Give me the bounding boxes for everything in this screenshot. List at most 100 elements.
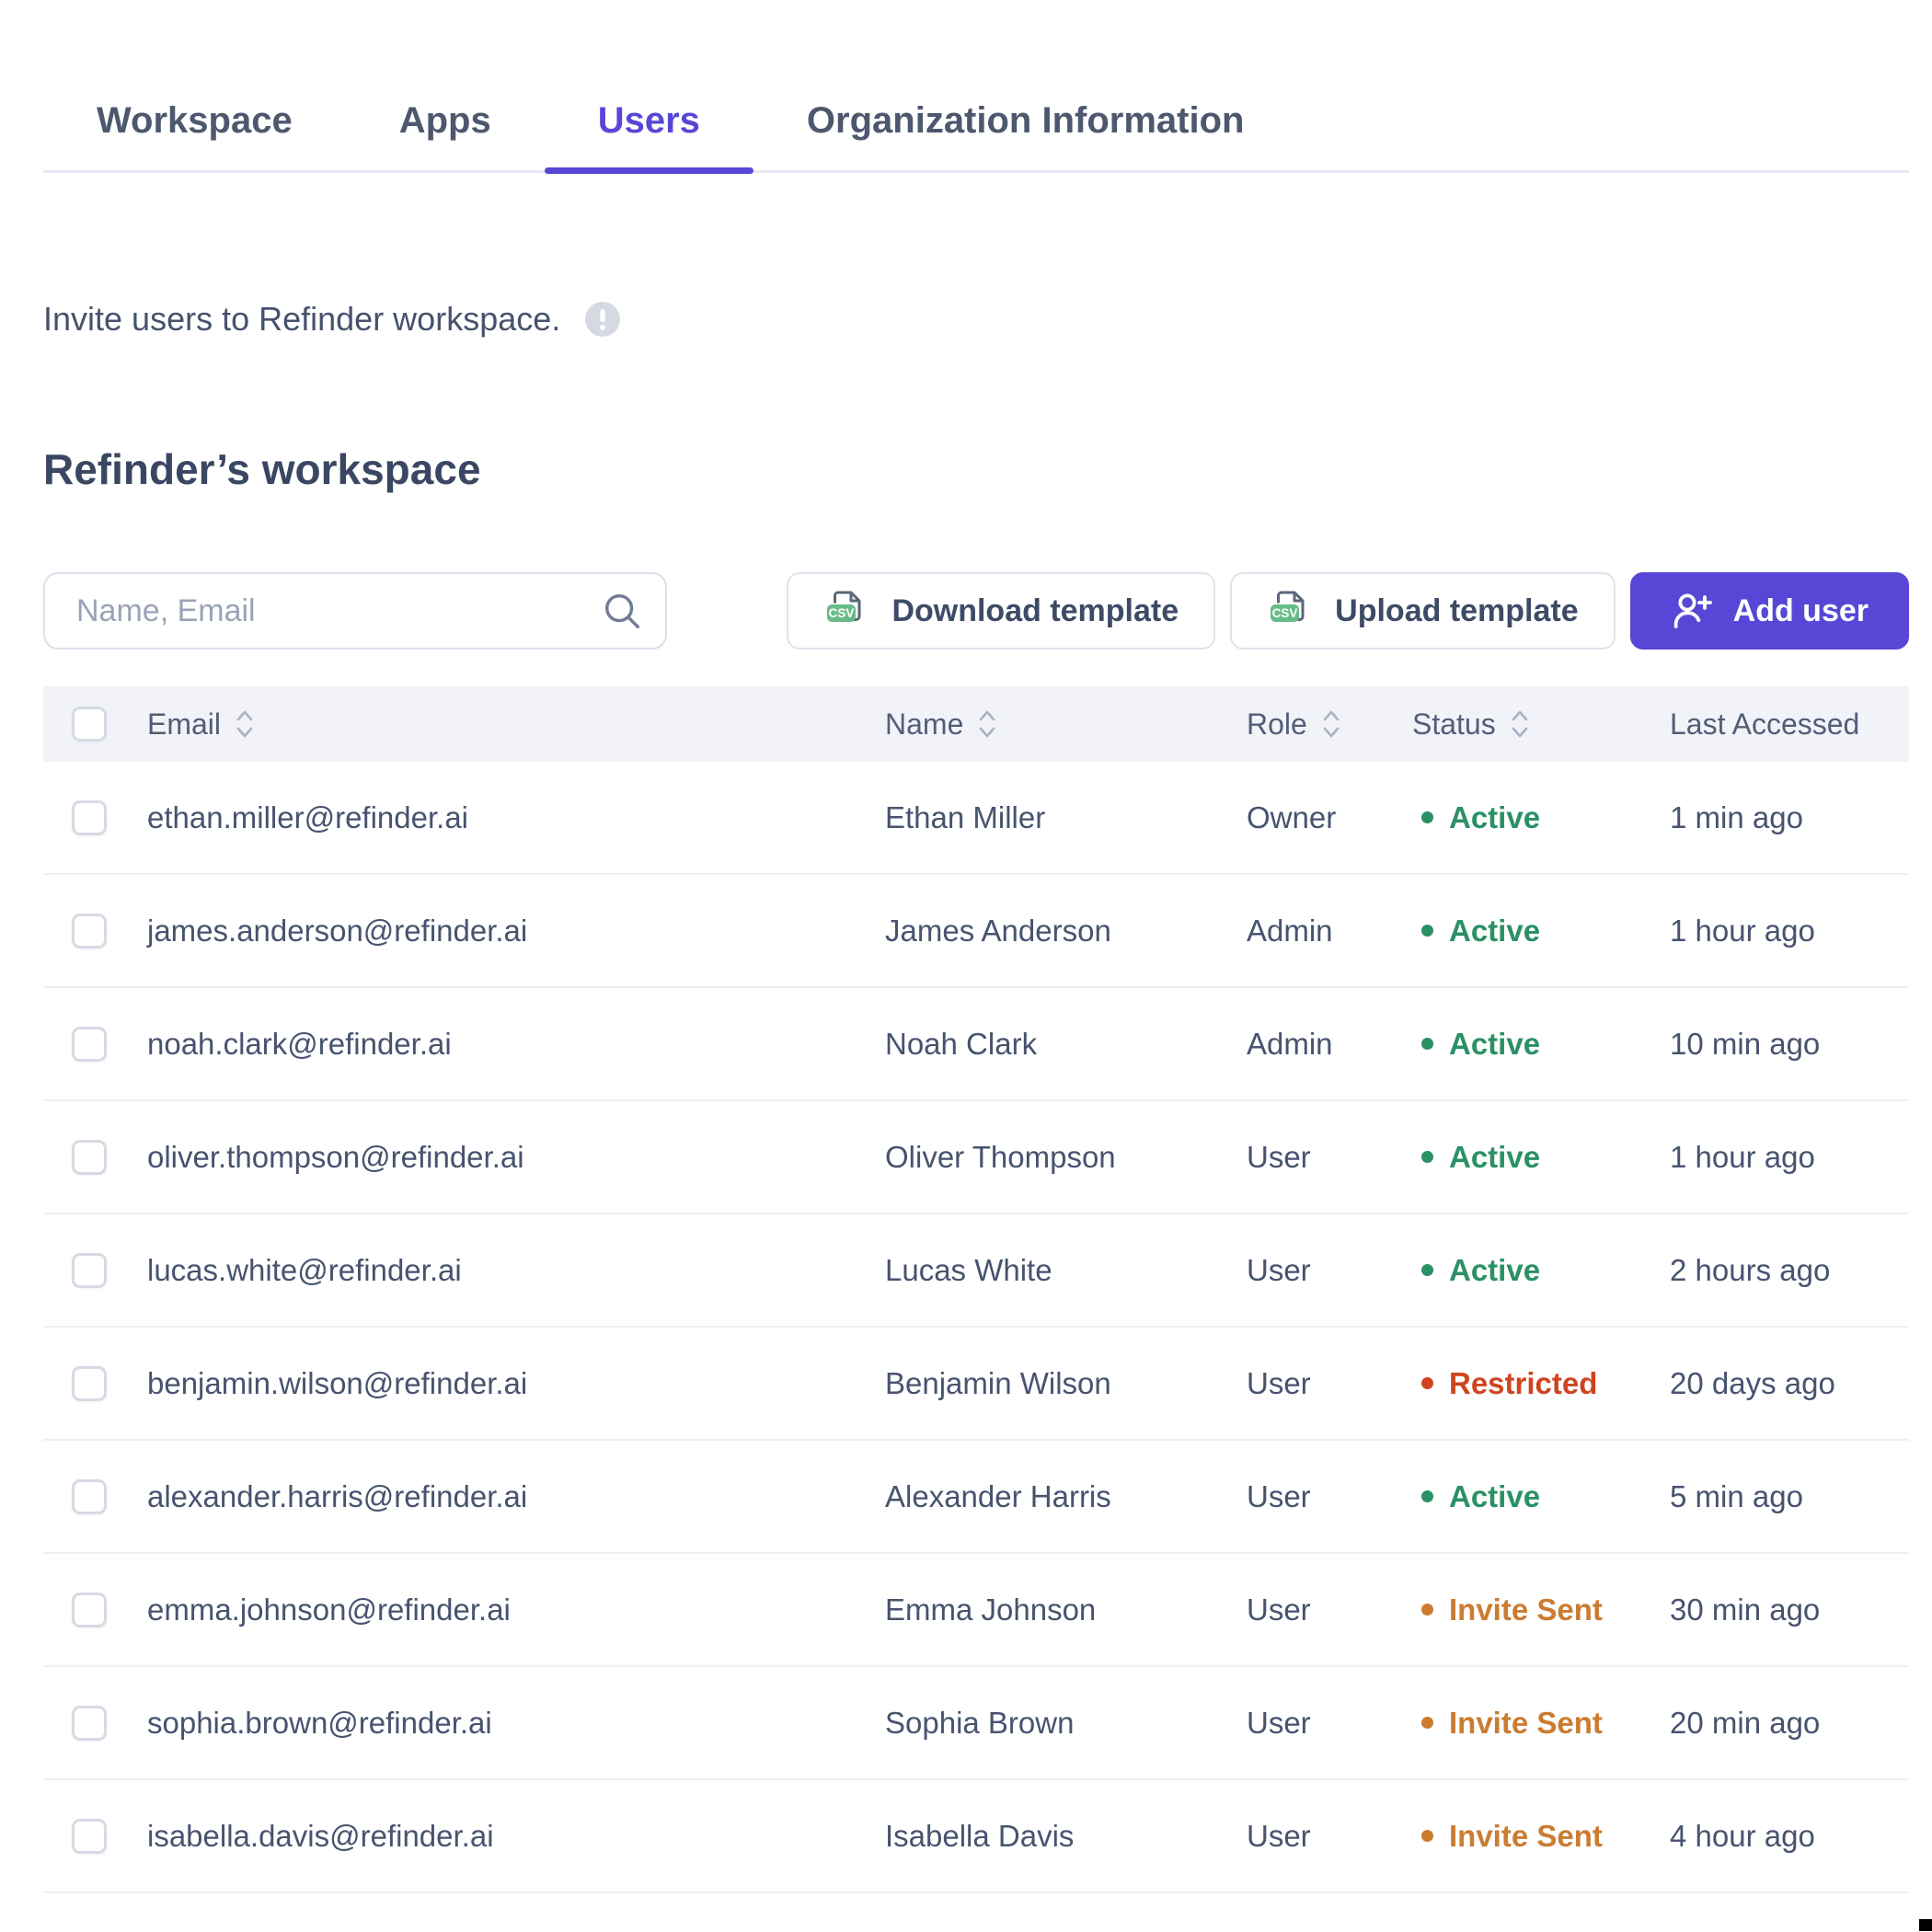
status-cell: Active	[1412, 1479, 1670, 1514]
upload-template-label: Upload template	[1335, 592, 1579, 628]
email-text: isabella.davis@refinder.ai	[147, 1818, 494, 1853]
sort-icon	[1512, 710, 1528, 738]
row-checkbox-cell	[43, 913, 147, 949]
status-dot-icon	[1421, 1490, 1433, 1502]
status-cell: Active	[1412, 914, 1670, 949]
column-header-name[interactable]: Name	[885, 707, 1247, 742]
last-accessed-text: 20 days ago	[1670, 1365, 1835, 1400]
role-cell: User	[1247, 1819, 1412, 1854]
row-checkbox[interactable]	[72, 1705, 107, 1741]
status-cell: Active	[1412, 1027, 1670, 1062]
table-row: emma.johnson@refinder.ai Emma Johnson Us…	[43, 1554, 1909, 1667]
search-box	[43, 572, 667, 650]
row-checkbox[interactable]	[72, 1139, 107, 1175]
svg-text:CSV: CSV	[829, 606, 855, 620]
row-checkbox[interactable]	[72, 1818, 107, 1854]
status-dot-icon	[1421, 1377, 1433, 1389]
row-checkbox[interactable]	[72, 1026, 107, 1062]
last-accessed-cell: 1 hour ago	[1670, 914, 1909, 949]
last-accessed-cell: 10 min ago	[1670, 1027, 1909, 1062]
sort-icon	[236, 710, 253, 738]
status-label: Active	[1449, 1252, 1541, 1287]
tab-label: Workspace	[97, 100, 293, 141]
last-accessed-cell: 2 hours ago	[1670, 1253, 1909, 1288]
email-cell: sophia.brown@refinder.ai	[147, 1706, 885, 1741]
status-label: Restricted	[1449, 1365, 1598, 1400]
last-accessed-text: 1 hour ago	[1670, 913, 1815, 948]
status-dot-icon	[1421, 925, 1433, 937]
row-checkbox[interactable]	[72, 1592, 107, 1627]
column-header-role[interactable]: Role	[1247, 707, 1412, 742]
name-cell: James Anderson	[885, 914, 1247, 949]
row-checkbox-cell	[43, 1705, 147, 1741]
email-text: ethan.miller@refinder.ai	[147, 799, 468, 834]
tab-organization-information[interactable]: Organization Information	[753, 100, 1298, 170]
email-text: emma.johnson@refinder.ai	[147, 1592, 511, 1627]
search-input[interactable]	[43, 572, 667, 650]
last-accessed-cell: 1 min ago	[1670, 800, 1909, 835]
email-cell: emma.johnson@refinder.ai	[147, 1593, 885, 1627]
column-header-status[interactable]: Status	[1412, 707, 1670, 742]
last-accessed-text: 10 min ago	[1670, 1026, 1821, 1061]
info-circle-icon[interactable]	[584, 301, 621, 338]
upload-template-button[interactable]: CSV Upload template	[1230, 572, 1616, 650]
status-cell: Active	[1412, 1140, 1670, 1175]
email-cell: isabella.davis@refinder.ai	[147, 1819, 885, 1854]
email-cell: benjamin.wilson@refinder.ai	[147, 1366, 885, 1401]
table-row: lucas.white@refinder.ai Lucas White User…	[43, 1214, 1909, 1328]
status-dot-icon	[1421, 1038, 1433, 1050]
email-cell: james.anderson@refinder.ai	[147, 914, 885, 949]
last-accessed-text: 30 min ago	[1670, 1592, 1821, 1627]
add-user-button[interactable]: Add user	[1629, 572, 1909, 650]
email-cell: noah.clark@refinder.ai	[147, 1027, 885, 1062]
name-cell: Ethan Miller	[885, 800, 1247, 835]
name-text: James Anderson	[885, 913, 1111, 948]
row-checkbox[interactable]	[72, 1478, 107, 1514]
last-accessed-text: 1 min ago	[1670, 799, 1803, 834]
tab-workspace[interactable]: Workspace	[43, 100, 346, 170]
users-table: Email Name Role Status Last Accessed eth…	[43, 686, 1909, 1893]
sort-icon	[1323, 710, 1340, 738]
row-checkbox-cell	[43, 1592, 147, 1627]
row-checkbox[interactable]	[72, 799, 107, 835]
table-row: james.anderson@refinder.ai James Anderso…	[43, 875, 1909, 988]
toolbar: CSV Download template CSV Upload templat…	[43, 572, 1909, 650]
table-row: alexander.harris@refinder.ai Alexander H…	[43, 1441, 1909, 1554]
email-text: benjamin.wilson@refinder.ai	[147, 1365, 528, 1400]
table-header: Email Name Role Status Last Accessed	[43, 686, 1909, 762]
tab-apps[interactable]: Apps	[346, 100, 545, 170]
role-cell: User	[1247, 1706, 1412, 1741]
name-cell: Oliver Thompson	[885, 1140, 1247, 1175]
row-checkbox[interactable]	[72, 1252, 107, 1288]
tab-users[interactable]: Users	[544, 100, 754, 174]
add-user-label: Add user	[1732, 592, 1869, 628]
row-checkbox[interactable]	[72, 1365, 107, 1401]
email-cell: ethan.miller@refinder.ai	[147, 800, 885, 835]
name-text: Ethan Miller	[885, 799, 1046, 834]
last-accessed-text: 5 min ago	[1670, 1478, 1803, 1513]
role-text: Admin	[1247, 1026, 1333, 1061]
column-header-email[interactable]: Email	[147, 707, 885, 742]
select-all-checkbox[interactable]	[72, 707, 107, 742]
status-cell: Invite Sent	[1412, 1706, 1670, 1741]
role-text: User	[1247, 1365, 1311, 1400]
status-cell: Restricted	[1412, 1366, 1670, 1401]
status-dot-icon	[1421, 811, 1433, 823]
column-header-label: Role	[1247, 707, 1307, 741]
last-accessed-cell: 30 min ago	[1670, 1593, 1909, 1627]
role-text: User	[1247, 1252, 1311, 1287]
role-text: User	[1247, 1705, 1311, 1740]
row-checkbox[interactable]	[72, 913, 107, 949]
table-row: noah.clark@refinder.ai Noah Clark Admin …	[43, 988, 1909, 1101]
name-text: Noah Clark	[885, 1026, 1038, 1061]
row-checkbox-cell	[43, 1139, 147, 1175]
tab-label: Users	[597, 100, 700, 141]
name-cell: Benjamin Wilson	[885, 1366, 1247, 1401]
sort-icon	[980, 710, 995, 738]
page-title: Refinder’s workspace	[43, 445, 481, 493]
email-cell: lucas.white@refinder.ai	[147, 1253, 885, 1288]
status-label: Invite Sent	[1449, 1592, 1603, 1627]
download-template-button[interactable]: CSV Download template	[787, 572, 1216, 650]
screenshot-corner-artifact	[1919, 1919, 1932, 1931]
role-text: User	[1247, 1818, 1311, 1853]
